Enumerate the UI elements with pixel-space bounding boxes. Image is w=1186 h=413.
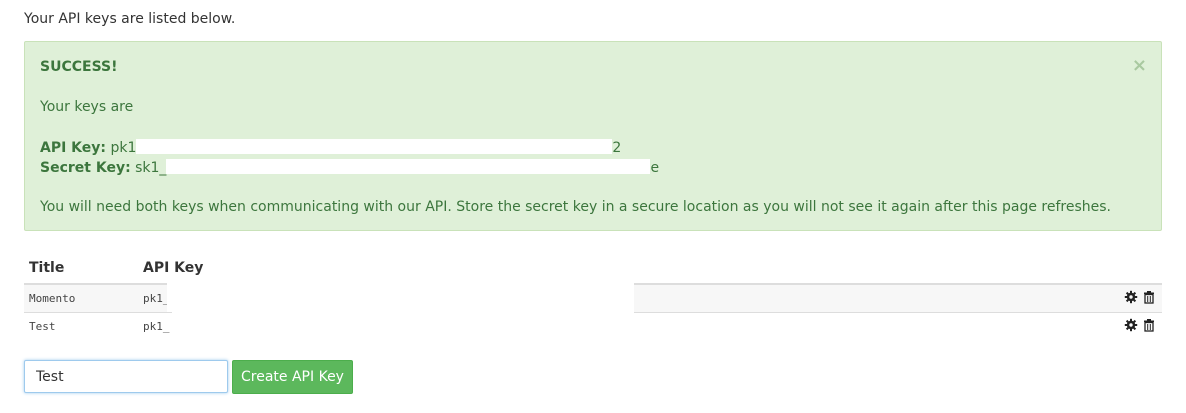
secret-key-line: Secret Key: sk1_ e bbox=[40, 159, 659, 176]
success-alert: × SUCCESS! Your keys are API Key: pk1 2 S… bbox=[24, 41, 1162, 231]
row-title: Test bbox=[29, 320, 56, 333]
redaction-mask bbox=[166, 159, 651, 174]
column-header-api-key: API Key bbox=[143, 260, 204, 276]
row-api-key: pk1_ bbox=[143, 320, 170, 333]
api-key-line: API Key: pk1 2 bbox=[40, 139, 621, 156]
create-api-key-button[interactable]: Create API Key bbox=[232, 360, 353, 394]
alert-keys-intro: Your keys are bbox=[40, 99, 134, 115]
alert-notice: You will need both keys when communicati… bbox=[40, 199, 1111, 215]
redaction-mask bbox=[167, 282, 634, 312]
table-row: Momento pk1_ bbox=[24, 282, 1162, 312]
api-key-label: API Key: bbox=[40, 140, 107, 156]
gear-icon[interactable] bbox=[1124, 318, 1138, 332]
row-title: Momento bbox=[29, 292, 76, 305]
api-key-suffix: 2 bbox=[612, 140, 622, 156]
redaction-mask bbox=[172, 310, 634, 340]
key-title-input[interactable] bbox=[24, 360, 228, 393]
secret-key-suffix: e bbox=[650, 160, 660, 176]
secret-key-prefix: sk1_ bbox=[135, 160, 167, 176]
page-intro: Your API keys are listed below. bbox=[24, 11, 236, 27]
trash-icon[interactable] bbox=[1142, 318, 1156, 332]
trash-icon[interactable] bbox=[1142, 290, 1156, 304]
secret-key-label: Secret Key: bbox=[40, 160, 131, 176]
column-header-title: Title bbox=[29, 260, 65, 276]
row-api-key: pk1_ bbox=[143, 292, 170, 305]
api-key-prefix: pk1 bbox=[110, 140, 137, 156]
redaction-mask bbox=[136, 139, 613, 154]
close-icon[interactable]: × bbox=[1132, 57, 1147, 75]
table-row: Test pk1_ bbox=[24, 310, 1162, 340]
alert-title: SUCCESS! bbox=[40, 59, 118, 75]
gear-icon[interactable] bbox=[1124, 290, 1138, 304]
